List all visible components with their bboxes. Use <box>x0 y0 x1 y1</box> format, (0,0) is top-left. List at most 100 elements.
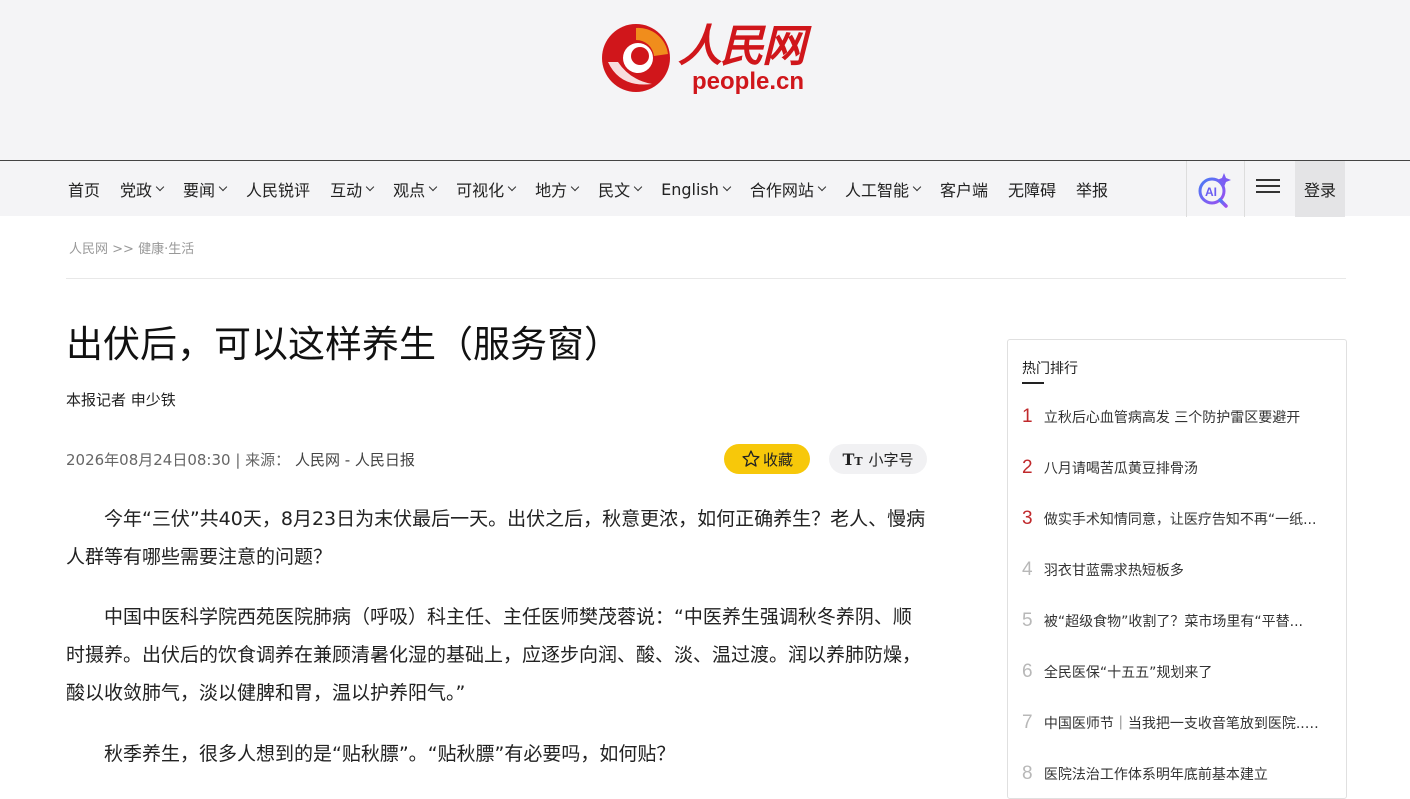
rank-title: 中国医师节｜当我把一支收音笔放到医院...... <box>1043 716 1322 732</box>
list-item[interactable]: 4 羽衣甘蓝需求热短板多 <box>1022 558 1322 582</box>
list-item[interactable]: 8 医院法治工作体系明年底前基本建立 <box>1022 762 1322 786</box>
hot-ranking-title: 热门排行 <box>1022 361 1078 377</box>
people-logo[interactable]: 人民网 people.cn <box>600 12 820 102</box>
nav-item[interactable]: English <box>651 161 740 217</box>
rank-title: 八月请喝苦瓜黄豆排骨汤 <box>1043 461 1198 477</box>
list-item[interactable]: 7 中国医师节｜当我把一支收音笔放到医院...... <box>1022 711 1322 735</box>
favorite-label: 收藏 <box>762 450 793 469</box>
nav-item[interactable]: 人民锐评 <box>236 161 320 217</box>
rank-number: 4 <box>1022 559 1033 580</box>
rank-number: 7 <box>1022 712 1033 733</box>
menu-button[interactable] <box>1256 175 1280 199</box>
article-paragraph: 中国中医科学院西苑医院肺病（呼吸）科主任、主任医师樊茂蓉说：“中医养生强调秋冬养… <box>66 606 922 704</box>
nav-item[interactable]: 客户端 <box>930 161 998 217</box>
nav-item-label: 无障碍 <box>1007 181 1056 200</box>
chevron-down-icon <box>722 182 732 192</box>
svg-text:AI: AI <box>1205 185 1217 199</box>
chevron-down-icon <box>633 182 643 192</box>
article-title: 出伏后，可以这样养生（服务窗） <box>66 323 621 366</box>
nav-item[interactable]: 可视化 <box>446 161 525 217</box>
list-item[interactable]: 5 被“超级食物”收割了？菜市场里有“平替... <box>1022 609 1322 633</box>
nav-item[interactable]: 观点 <box>383 161 446 217</box>
nav-item[interactable]: 要闻 <box>173 161 236 217</box>
rank-number: 1 <box>1022 406 1033 427</box>
nav-item-label: 合作网站 <box>749 181 814 200</box>
chevron-down-icon <box>507 182 517 192</box>
article-source[interactable]: 人民网 - 人民日报 <box>295 451 415 469</box>
nav-item[interactable]: 互动 <box>320 161 383 217</box>
hot-ranking-panel: 热门排行 1 立秋后心血管病高发 三个防护雷区要避开 2 八月请喝苦瓜黄豆排骨汤 3 做实… <box>1007 339 1347 799</box>
font-size-button[interactable]: TT 小字号 <box>829 444 927 474</box>
nav-item[interactable]: 举报 <box>1066 161 1118 217</box>
nav-item-label: 互动 <box>330 181 363 200</box>
rank-title: 被“超级食物”收割了？菜市场里有“平替... <box>1043 614 1303 630</box>
nav-item-label: 观点 <box>393 181 426 200</box>
divider <box>66 278 1346 279</box>
nav-item-label: 党政 <box>120 181 153 200</box>
breadcrumb: 人民网 >> 健康·生活 <box>69 238 194 257</box>
title-underline <box>1022 382 1044 384</box>
breadcrumb-separator: >> <box>112 242 134 257</box>
rank-number: 2 <box>1022 457 1033 478</box>
nav-divider <box>1244 161 1245 217</box>
nav-item-label: 首页 <box>68 181 101 200</box>
ai-search-icon: AI <box>1198 173 1231 208</box>
breadcrumb-home[interactable]: 人民网 <box>69 242 108 257</box>
chevron-down-icon <box>365 182 375 192</box>
nav-item[interactable]: 民文 <box>588 161 651 217</box>
nav-item[interactable]: 合作网站 <box>740 161 835 217</box>
main-nav: 首页 党政 要闻 人民锐评 互动 观点 可视化 地方 民文 English 合作网站 人工智能 客户端无… <box>0 160 1410 217</box>
rank-number: 6 <box>1022 661 1033 682</box>
nav-item-label: 要闻 <box>183 181 216 200</box>
article-meta: 2026年08月24日08:30 | 来源： 人民网 - 人民日报 <box>66 449 415 470</box>
rank-number: 3 <box>1022 508 1033 529</box>
list-item[interactable]: 3 做实手术知情同意，让医疗告知不再“一纸... <box>1022 507 1322 531</box>
chevron-down-icon <box>912 182 922 192</box>
rank-title: 立秋后心血管病高发 三个防护雷区要避开 <box>1043 410 1301 426</box>
ai-search-button[interactable]: AI <box>1188 169 1238 209</box>
nav-item[interactable]: 人工智能 <box>835 161 930 217</box>
nav-divider <box>1186 161 1187 217</box>
source-label: | 来源： <box>235 451 291 469</box>
logo-text-cn: 人民网 <box>678 21 806 72</box>
chevron-down-icon <box>817 182 827 192</box>
header-band: 人民网 people.cn <box>0 0 1410 160</box>
nav-item-label: 地方 <box>535 181 568 200</box>
rank-number: 5 <box>1022 610 1033 631</box>
nav-item[interactable]: 地方 <box>525 161 588 217</box>
nav-item-label: 可视化 <box>456 181 505 200</box>
article-paragraph: 秋季养生，很多人想到的是“贴秋膘”。“贴秋膘”有必要吗，如何贴？ <box>104 743 676 765</box>
list-item[interactable]: 1 立秋后心血管病高发 三个防护雷区要避开 <box>1022 405 1322 429</box>
article-byline: 本报记者 申少铁 <box>66 391 176 409</box>
logo-emblem-icon <box>602 24 670 92</box>
nav-item-label: English <box>661 179 719 199</box>
nav-item-label: 举报 <box>1075 181 1108 200</box>
nav-items: 首页 党政 要闻 人民锐评 互动 观点 可视化 地方 民文 English 合作网站 人工智能 客户端无… <box>58 161 1118 217</box>
rank-title: 做实手术知情同意，让医疗告知不再“一纸... <box>1043 512 1317 528</box>
nav-item[interactable]: 无障碍 <box>998 161 1066 217</box>
chevron-down-icon <box>570 182 580 192</box>
nav-item[interactable]: 党政 <box>110 161 173 217</box>
nav-item[interactable]: 首页 <box>58 161 110 217</box>
list-item[interactable]: 6 全民医保“十五五”规划来了 <box>1022 660 1322 684</box>
hamburger-menu-icon <box>1256 179 1280 193</box>
font-size-label: 小字号 <box>868 450 914 469</box>
favorite-button[interactable]: 收藏 <box>724 444 810 474</box>
list-item[interactable]: 2 八月请喝苦瓜黄豆排骨汤 <box>1022 456 1322 480</box>
star-icon <box>742 450 760 467</box>
chevron-down-icon <box>155 182 165 192</box>
logo-text-en: people.cn <box>692 68 805 95</box>
article-paragraph: 今年“三伏”共40天，8月23日为末伏最后一天。出伏之后，秋意更浓，如何正确养生… <box>66 508 926 568</box>
login-button[interactable]: 登录 <box>1295 161 1345 217</box>
rank-title: 全民医保“十五五”规划来了 <box>1043 665 1213 681</box>
article-datetime: 2026年08月24日08:30 <box>66 451 231 469</box>
nav-item-label: 民文 <box>598 181 631 200</box>
nav-item-label: 人民锐评 <box>246 181 311 200</box>
chevron-down-icon <box>428 182 438 192</box>
rank-title: 医院法治工作体系明年底前基本建立 <box>1043 767 1268 783</box>
nav-item-label: 客户端 <box>939 181 988 200</box>
chevron-down-icon <box>218 182 228 192</box>
nav-item-label: 人工智能 <box>844 181 909 200</box>
font-size-icon: TT <box>842 449 863 469</box>
breadcrumb-section[interactable]: 健康·生活 <box>138 242 194 257</box>
